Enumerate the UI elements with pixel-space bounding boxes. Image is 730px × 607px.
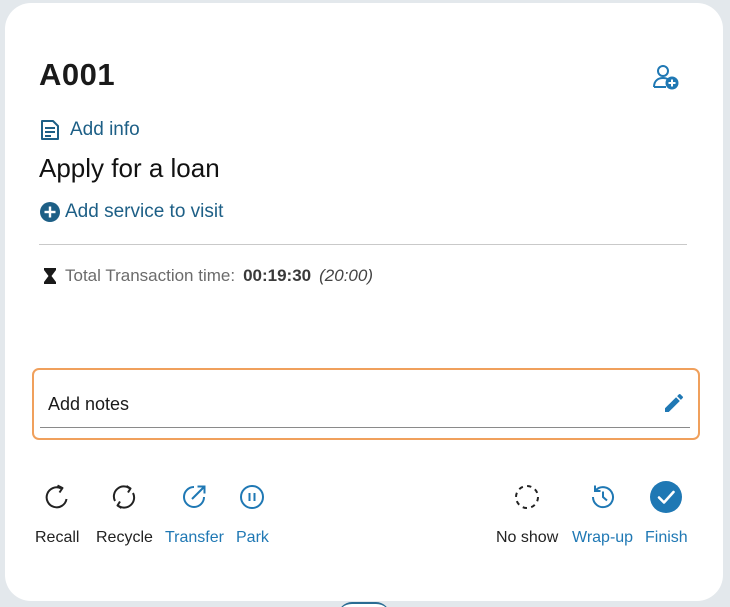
pencil-icon[interactable] xyxy=(662,391,686,415)
person-add-icon xyxy=(653,65,679,90)
finish-label: Finish xyxy=(645,529,688,546)
transfer-icon xyxy=(183,485,206,508)
transaction-time-label: Total Transaction time: xyxy=(65,266,236,285)
recall-button[interactable]: Recall xyxy=(35,481,79,547)
park-label: Park xyxy=(236,529,269,546)
no-show-label: No show xyxy=(496,529,559,546)
wrap-up-button[interactable]: Wrap-up xyxy=(572,481,633,547)
park-button[interactable]: Park xyxy=(236,481,269,547)
notes-underline xyxy=(40,427,690,428)
finish-button[interactable]: Finish xyxy=(645,481,688,547)
recall-icon xyxy=(45,484,68,509)
ticket-number: A001 xyxy=(39,57,116,92)
dashed-circle-icon xyxy=(515,485,540,509)
document-icon xyxy=(41,120,59,140)
divider xyxy=(39,244,687,245)
no-show-button[interactable]: No show xyxy=(496,481,558,547)
hourglass-icon xyxy=(44,268,56,284)
add-customer-button[interactable] xyxy=(650,61,682,93)
recall-label: Recall xyxy=(35,529,80,546)
wrap-up-label: Wrap-up xyxy=(572,529,634,546)
add-info-button[interactable]: Add info xyxy=(39,117,140,143)
add-info-label: Add info xyxy=(70,119,140,140)
check-circle-icon xyxy=(650,481,683,513)
transfer-label: Transfer xyxy=(165,529,224,546)
visit-card: A001 Add info Apply for a loan Add servi… xyxy=(5,3,723,601)
transaction-time: Total Transaction time: 00:19:30 (20:00) xyxy=(43,265,373,287)
transfer-button[interactable]: Transfer xyxy=(165,481,224,547)
add-service-label: Add service to visit xyxy=(65,201,224,222)
plus-circle-icon xyxy=(40,202,60,222)
service-name: Apply for a loan xyxy=(39,153,220,183)
notes-field[interactable]: Add notes xyxy=(32,368,700,440)
pause-icon xyxy=(240,485,265,509)
notes-placeholder: Add notes xyxy=(48,394,130,414)
bottom-handle[interactable] xyxy=(338,602,390,607)
history-icon xyxy=(591,485,614,509)
transaction-time-target: (20:00) xyxy=(319,266,374,285)
recycle-icon xyxy=(113,485,136,509)
recycle-button[interactable]: Recycle xyxy=(96,481,153,547)
recycle-label: Recycle xyxy=(96,529,153,546)
add-service-button[interactable]: Add service to visit xyxy=(39,199,223,225)
transaction-time-elapsed: 00:19:30 xyxy=(243,266,312,285)
